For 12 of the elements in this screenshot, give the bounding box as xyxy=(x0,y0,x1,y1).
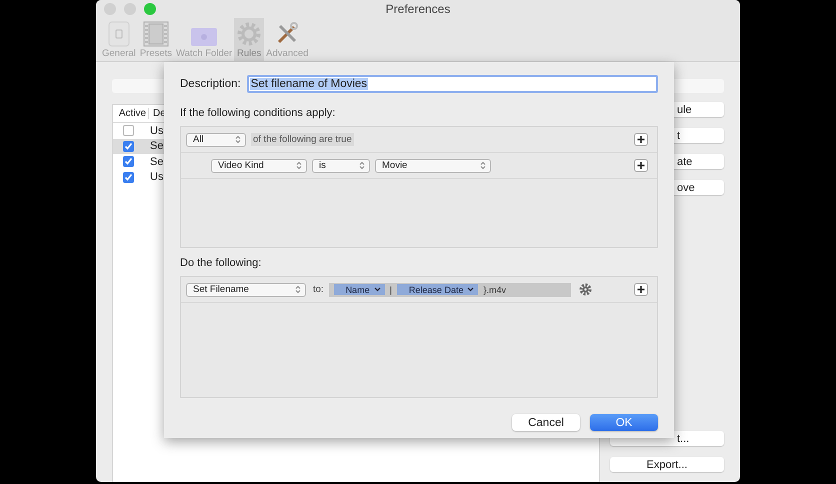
conditions-heading: If the following conditions apply: xyxy=(180,107,336,119)
token-text: | xyxy=(390,284,392,294)
table-cell-text: Se xyxy=(149,140,164,152)
window-title: Preferences xyxy=(386,2,450,16)
description-label: Description: xyxy=(180,78,241,90)
match-label: of the following are true xyxy=(251,133,354,146)
token-text: }.m4v xyxy=(483,284,506,294)
actions-heading: Do the following: xyxy=(180,257,262,269)
to-label: to: xyxy=(313,284,324,295)
table-cell-text: Us xyxy=(149,171,164,184)
table-cell-text: Se xyxy=(149,156,164,168)
table-cell-text: Us xyxy=(149,124,164,137)
